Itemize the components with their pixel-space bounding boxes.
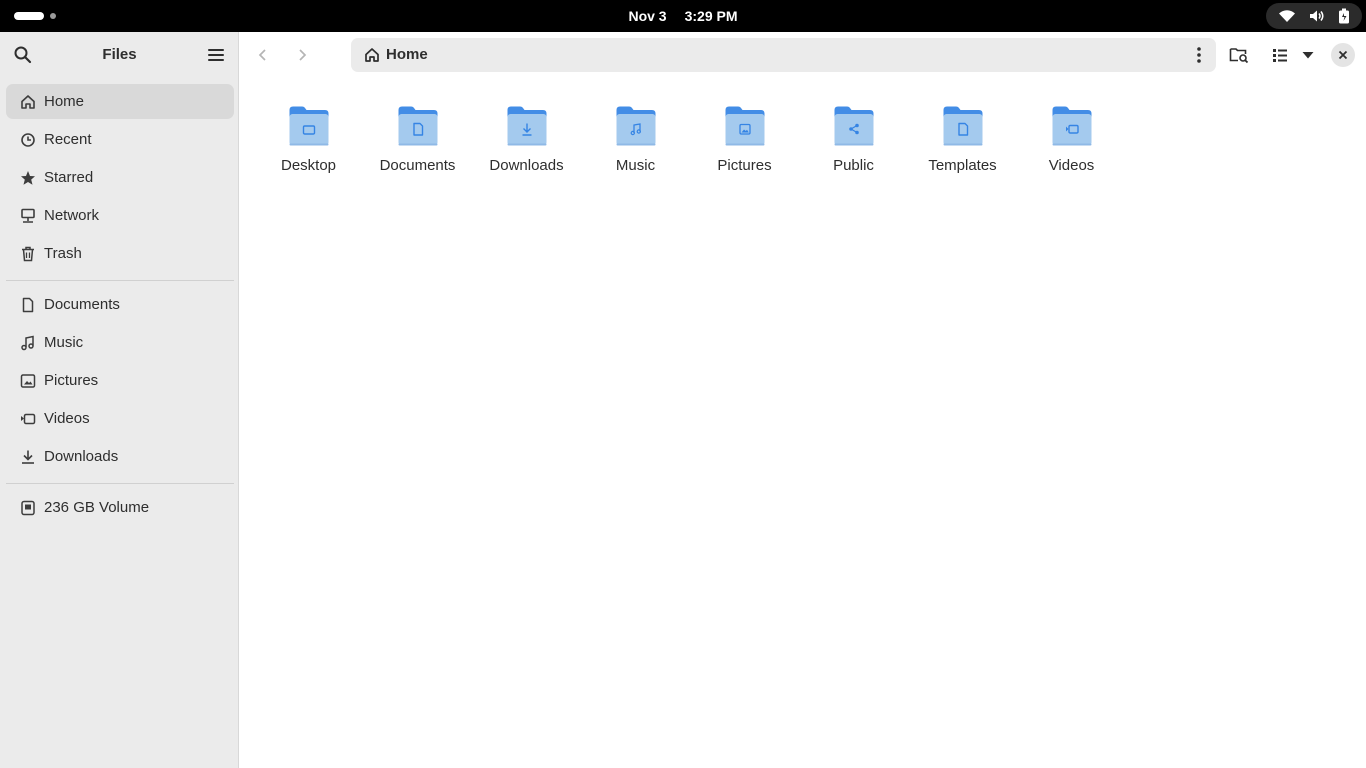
- clock-date: Nov 3: [628, 8, 667, 24]
- video-icon: [20, 411, 36, 427]
- sidebar-item-videos[interactable]: Videos: [6, 401, 234, 436]
- sidebar-item-label: Recent: [44, 131, 92, 148]
- sidebar-item-starred[interactable]: Starred: [6, 160, 234, 195]
- trash-icon: [20, 246, 36, 262]
- folder-label: Templates: [928, 157, 997, 174]
- folder-label: Documents: [379, 157, 456, 174]
- folder-label: Public: [833, 157, 874, 174]
- path-bar[interactable]: Home: [351, 38, 1216, 72]
- sidebar-item-network[interactable]: Network: [6, 198, 234, 233]
- sidebar-item-label: Downloads: [44, 448, 119, 465]
- sidebar-item-label: Videos: [44, 410, 90, 427]
- list-view-icon: [1273, 49, 1287, 62]
- app-title: Files: [102, 46, 137, 63]
- chevron-left-icon: [258, 49, 266, 61]
- path-bar-location[interactable]: Home: [386, 46, 428, 63]
- view-options-dropdown[interactable]: [1297, 44, 1319, 66]
- music-folder-icon: [616, 106, 656, 146]
- search-folder-button[interactable]: [1228, 44, 1250, 66]
- sidebar-item-home[interactable]: Home: [6, 84, 234, 119]
- close-icon: [1338, 50, 1348, 60]
- sidebar-item-label: Home: [44, 93, 85, 110]
- videos-folder-icon: [1052, 106, 1092, 146]
- kebab-menu-icon[interactable]: [1191, 46, 1207, 64]
- chevron-right-icon: [299, 49, 307, 61]
- folder-label: Music: [615, 157, 656, 174]
- folder-item-templates[interactable]: Templates: [908, 96, 1017, 186]
- view-list-button[interactable]: [1269, 44, 1291, 66]
- sidebar-item-label: Starred: [44, 169, 94, 186]
- sidebar-item-volume[interactable]: 236 GB Volume: [6, 490, 234, 525]
- close-window-button[interactable]: [1331, 43, 1355, 67]
- sidebar-item-music[interactable]: Music: [6, 325, 234, 360]
- wifi-icon: [1279, 10, 1296, 22]
- system-status-menu[interactable]: [1266, 3, 1362, 29]
- sidebar-header: Files: [0, 32, 239, 78]
- folder-label: Pictures: [717, 157, 772, 174]
- sidebar-item-label: Network: [44, 207, 100, 224]
- public-folder-icon: [834, 106, 874, 146]
- sidebar-item-label: Trash: [44, 245, 82, 262]
- forward-button[interactable]: [291, 44, 313, 66]
- clock-time: 3:29 PM: [684, 8, 738, 24]
- network-icon: [20, 208, 36, 224]
- music-icon: [20, 335, 36, 351]
- sidebar-item-label: 236 GB Volume: [44, 499, 150, 516]
- sidebar-item-label: Pictures: [44, 372, 99, 389]
- hamburger-menu-icon[interactable]: [207, 46, 225, 64]
- download-icon: [20, 449, 36, 465]
- sidebar-item-pictures[interactable]: Pictures: [6, 363, 234, 398]
- folder-item-documents[interactable]: Documents: [363, 96, 472, 186]
- sidebar-separator: [6, 483, 234, 484]
- templates-folder-icon: [943, 106, 983, 146]
- folder-item-videos[interactable]: Videos: [1017, 96, 1126, 186]
- picture-icon: [20, 373, 36, 389]
- sidebar-separator: [6, 280, 234, 281]
- folder-item-public[interactable]: Public: [799, 96, 908, 186]
- volume-icon: [1309, 10, 1324, 22]
- sidebar-item-label: Documents: [44, 296, 120, 313]
- chevron-down-icon: [1302, 52, 1314, 59]
- documents-folder-icon: [398, 106, 438, 146]
- clock-icon: [20, 132, 36, 148]
- home-icon: [20, 94, 36, 110]
- back-button[interactable]: [252, 44, 274, 66]
- battery-icon: [1338, 8, 1349, 24]
- sidebar-item-downloads[interactable]: Downloads: [6, 439, 234, 474]
- folder-label: Videos: [1048, 157, 1095, 174]
- sidebar: Files Home Recent Starred Network Trash …: [0, 32, 239, 768]
- folder-label: Downloads: [489, 157, 564, 174]
- clock[interactable]: Nov 3 3:29 PM: [0, 0, 1366, 32]
- drive-icon: [20, 500, 36, 516]
- folder-item-music[interactable]: Music: [581, 96, 690, 186]
- sidebar-item-recent[interactable]: Recent: [6, 122, 234, 157]
- sidebar-item-trash[interactable]: Trash: [6, 236, 234, 271]
- document-icon: [20, 297, 36, 313]
- downloads-folder-icon: [507, 106, 547, 146]
- sidebar-item-documents[interactable]: Documents: [6, 287, 234, 322]
- star-icon: [20, 170, 36, 186]
- desktop-folder-icon: [289, 106, 329, 146]
- folder-item-downloads[interactable]: Downloads: [472, 96, 581, 186]
- top-bar: Nov 3 3:29 PM: [0, 0, 1366, 32]
- folder-search-icon: [1229, 48, 1249, 64]
- folder-grid: Desktop Documents Downloads Music Pictures Pu…: [254, 96, 1126, 186]
- folder-label: Desktop: [280, 157, 337, 174]
- sidebar-item-label: Music: [44, 334, 84, 351]
- folder-item-desktop[interactable]: Desktop: [254, 96, 363, 186]
- home-icon: [365, 48, 379, 62]
- pictures-folder-icon: [725, 106, 765, 146]
- folder-item-pictures[interactable]: Pictures: [690, 96, 799, 186]
